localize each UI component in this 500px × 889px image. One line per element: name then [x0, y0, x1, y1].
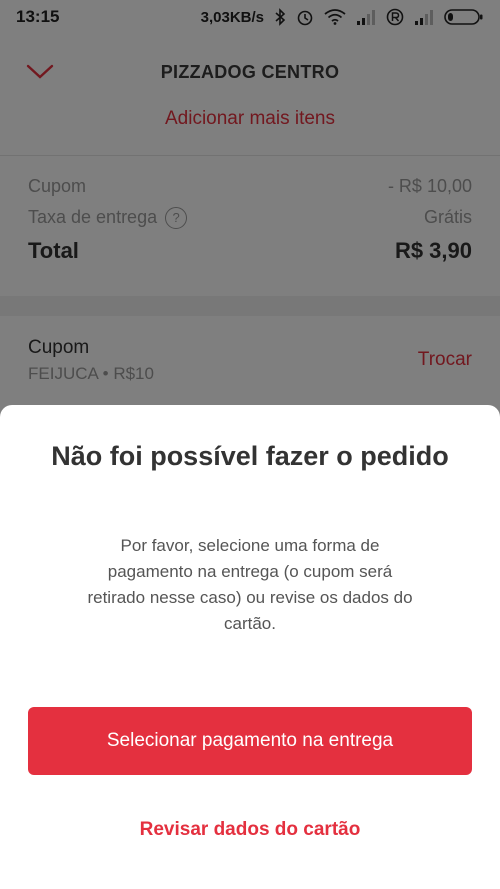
- select-cash-payment-button[interactable]: Selecionar pagamento na entrega: [28, 707, 472, 775]
- dialog-title: Não foi possível fazer o pedido: [51, 441, 449, 471]
- dialog-message: Por favor, selecione uma forma de pagame…: [87, 536, 413, 633]
- review-card-link[interactable]: Revisar dados do cartão: [0, 819, 500, 841]
- error-dialog: Não foi possível fazer o pedido Por favo…: [0, 405, 500, 889]
